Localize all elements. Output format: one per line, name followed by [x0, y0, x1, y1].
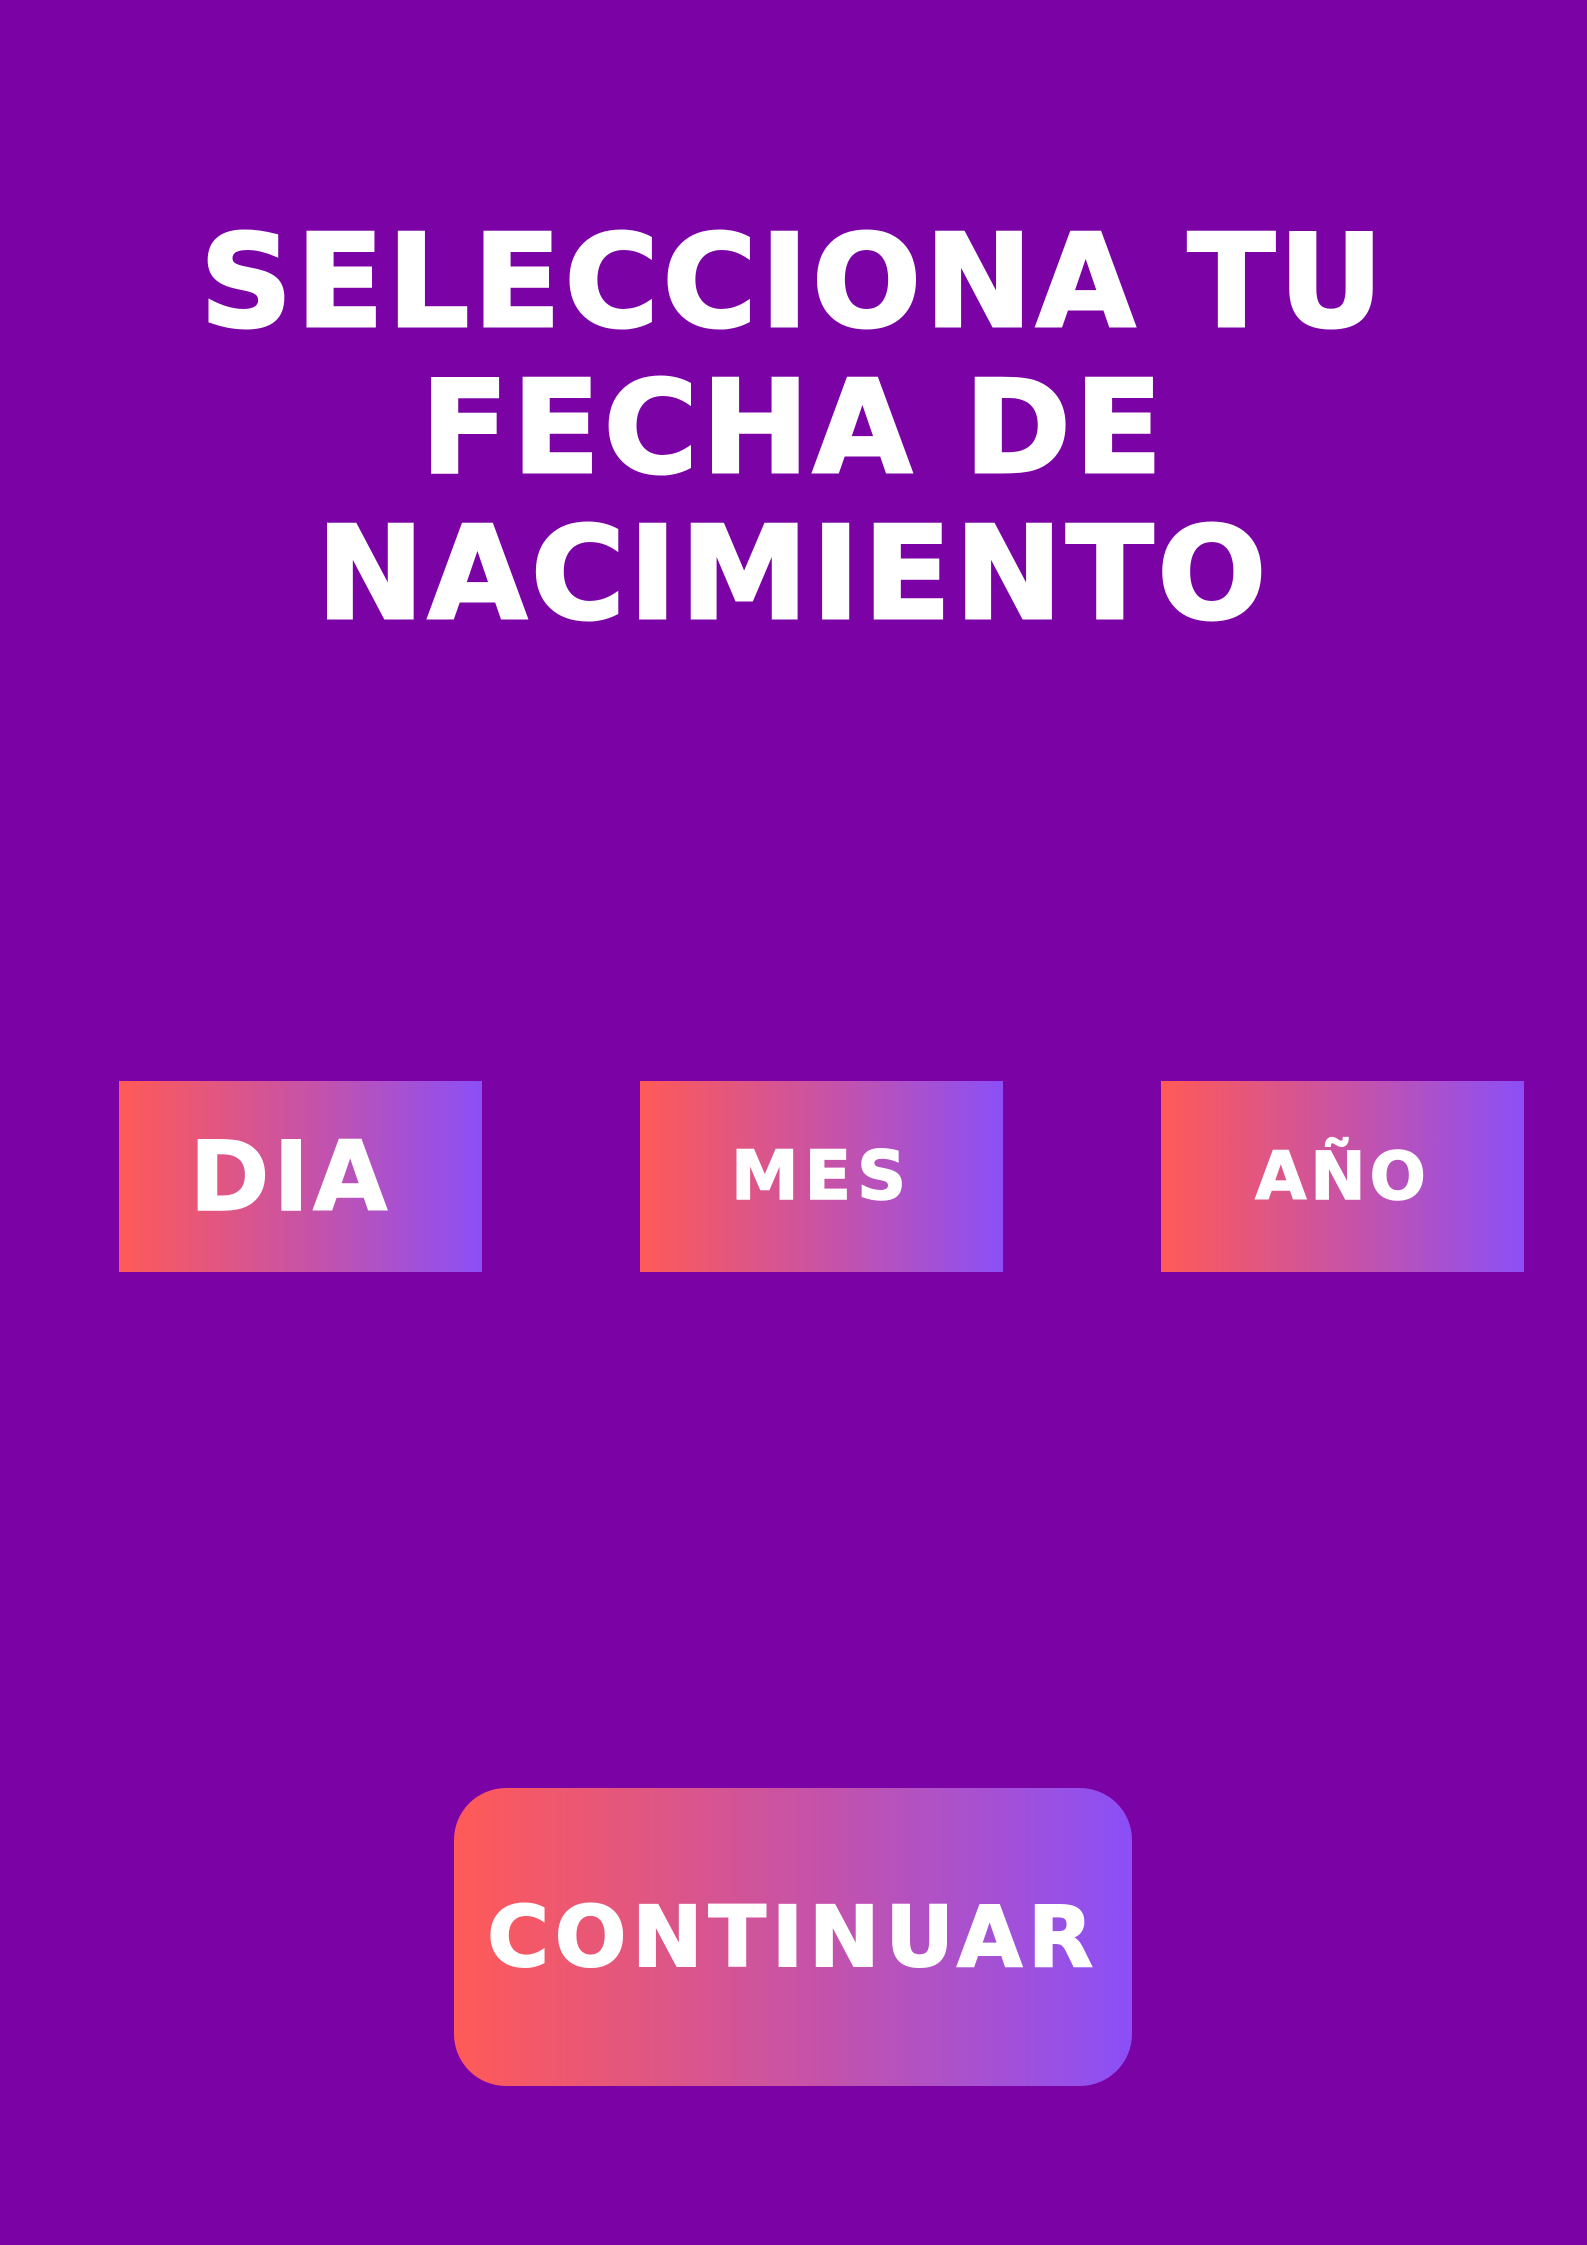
month-selector-label: MES	[730, 1136, 913, 1217]
page-title: SELECCIONA TU FECHA DE NACIMIENTO	[40, 208, 1547, 649]
day-selector-label: DIA	[189, 1120, 392, 1234]
title-line-1: SELECCIONA TU	[199, 208, 1387, 357]
year-selector-label: AÑO	[1255, 1137, 1430, 1216]
year-selector-button[interactable]: AÑO	[1161, 1081, 1524, 1272]
day-selector-button[interactable]: DIA	[119, 1081, 482, 1272]
title-line-3: NACIMIENTO	[315, 500, 1271, 649]
title-line-2: FECHA DE	[419, 354, 1167, 503]
month-selector-button[interactable]: MES	[640, 1081, 1003, 1272]
continue-button[interactable]: CONTINUAR	[454, 1788, 1132, 2086]
continue-button-label: CONTINUAR	[486, 1887, 1099, 1987]
